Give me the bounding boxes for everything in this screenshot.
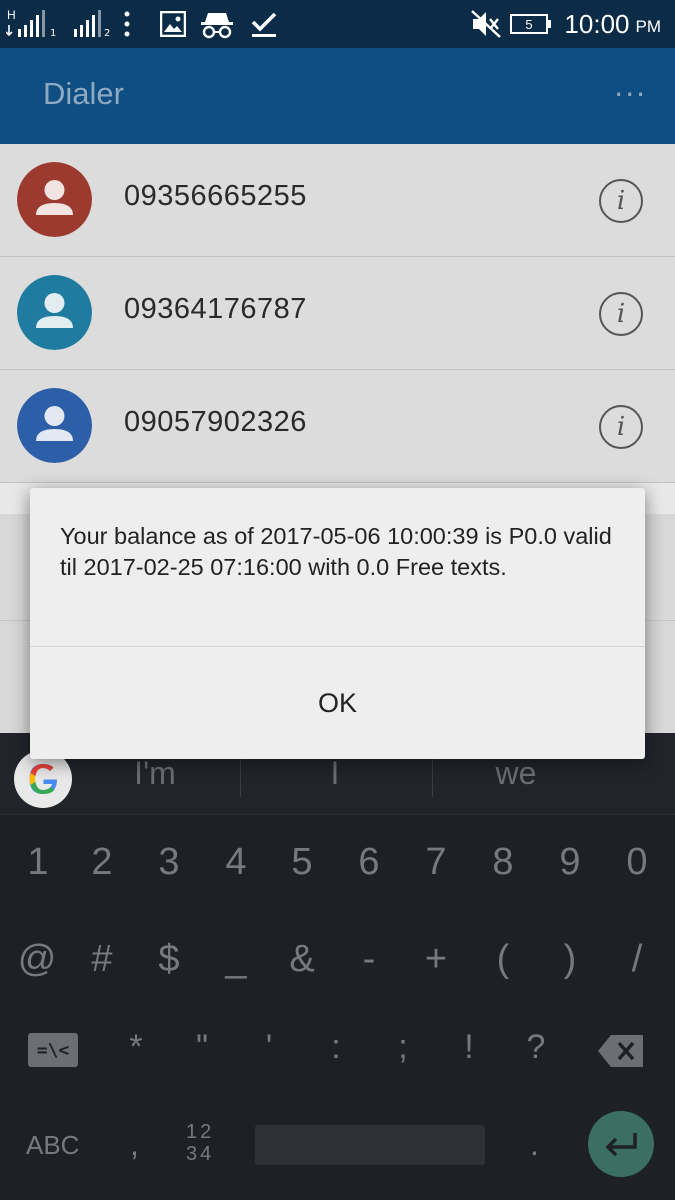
clock-ampm: PM: [635, 17, 662, 36]
balance-dialog: Your balance as of 2017-05-06 10:00:39 i…: [30, 488, 645, 759]
battery-level: 5: [510, 14, 548, 34]
battery-icon: 5: [510, 0, 551, 48]
incognito-icon: [200, 0, 234, 48]
signal-sim2-icon: 2: [74, 0, 110, 48]
ok-button[interactable]: OK: [30, 647, 645, 759]
image-icon: [160, 0, 186, 48]
check-icon: [250, 0, 278, 48]
signal-sim1-icon: H 1: [6, 0, 56, 48]
sim1-label: 1: [50, 27, 57, 39]
svg-text:H: H: [7, 8, 16, 22]
clock-time: 10:00: [564, 8, 630, 39]
more-vert-icon: [122, 0, 132, 48]
sim2-label: 2: [104, 27, 111, 39]
status-bar: H 1 2 5 10:00 PM: [0, 0, 675, 48]
clock: 10:00 PM: [564, 0, 661, 48]
dialog-message: Your balance as of 2017-05-06 10:00:39 i…: [60, 523, 612, 580]
mute-icon: [470, 0, 502, 48]
